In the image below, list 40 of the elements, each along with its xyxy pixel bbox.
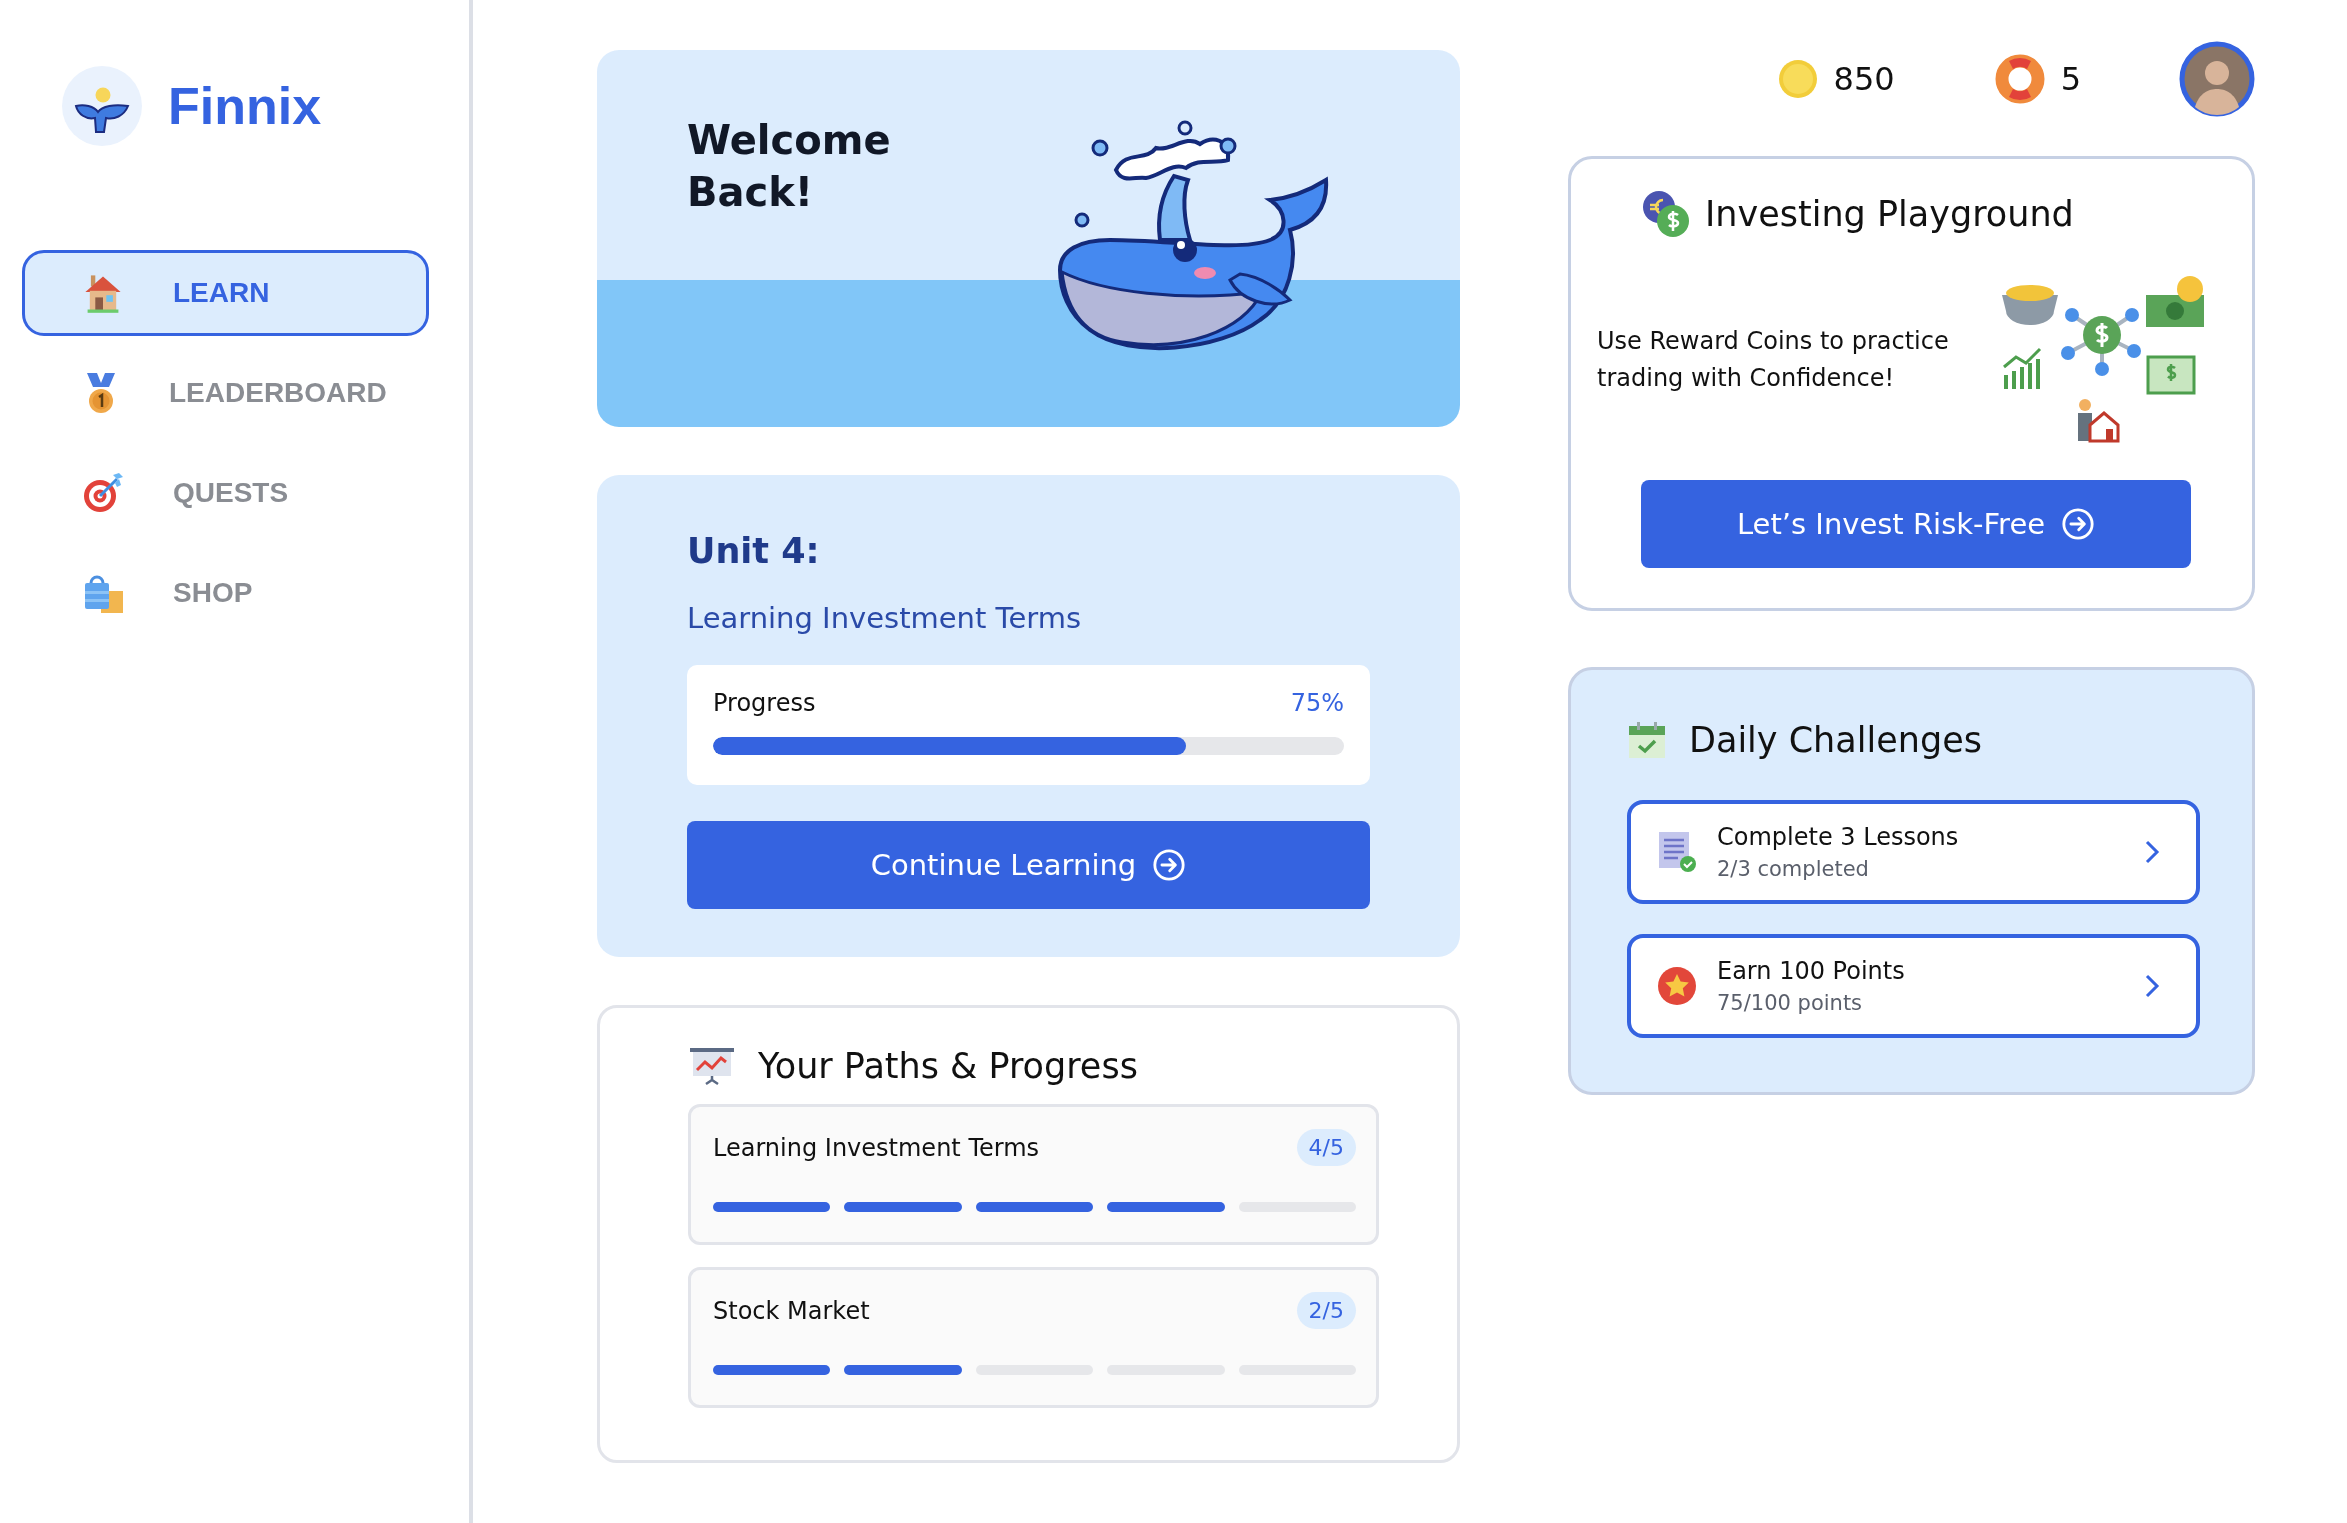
avatar-icon[interactable]: [2179, 41, 2255, 117]
path-name: Stock Market: [713, 1296, 870, 1325]
chevron-right-icon: [2144, 840, 2160, 864]
progress-label: Progress: [713, 689, 816, 717]
coin-count: 850: [1833, 60, 1895, 98]
nav-item[interactable]: QUESTS: [22, 450, 429, 536]
coin-icon: [1777, 59, 1818, 99]
unit-subtitle: Learning Investment Terms: [687, 601, 1082, 635]
challenge-item[interactable]: Complete 3 Lessons 2/3 completed: [1627, 800, 2200, 904]
brand-name: Finnix: [168, 76, 322, 136]
lifebuoy-icon: [1994, 54, 2045, 104]
path-count: 4/5: [1296, 1129, 1356, 1166]
unit-title: Unit 4:: [687, 531, 821, 571]
star-badge-icon: [1657, 966, 1697, 1006]
arrow-circle-icon: [1152, 848, 1187, 882]
paths-title: Your Paths & Progress: [758, 1046, 1138, 1086]
chevron-right-icon: [2144, 974, 2160, 998]
path-name: Learning Investment Terms: [713, 1133, 1040, 1162]
playground-description: Use Reward Coins to practice trading with Confidence!: [1597, 326, 1950, 395]
playground-title: Investing Playground: [1705, 194, 2074, 234]
calendar-check-icon: [1627, 720, 1667, 760]
chart-board-icon: [688, 1046, 736, 1086]
target-icon: [81, 471, 125, 515]
welcome-title: Welcome Back!: [687, 116, 892, 217]
invest-button[interactable]: Let’s Invest Risk-Free: [1641, 480, 2191, 568]
nav-item[interactable]: LEARN: [22, 250, 429, 336]
daily-challenges-title: Daily Challenges: [1689, 720, 1982, 760]
path-count: 2/5: [1296, 1292, 1356, 1329]
nav-item[interactable]: SHOP: [22, 550, 429, 636]
arrow-circle-icon: [2061, 507, 2096, 541]
progress-reading: 75%: [1290, 689, 1344, 717]
challenge-item[interactable]: Earn 100 Points 75/100 points: [1627, 934, 2200, 1038]
whale-tail-logo-icon: [62, 66, 142, 146]
nav-item[interactable]: LEADERBOARD: [22, 350, 429, 436]
lives-count: 5: [2060, 60, 2081, 98]
checklist-icon: [1657, 830, 1697, 874]
currency-coins-icon: [1641, 189, 1691, 239]
path-card[interactable]: Learning Investment Terms 4/5: [688, 1104, 1379, 1245]
continue-learning-button[interactable]: Continue Learning: [687, 821, 1370, 909]
path-card[interactable]: Stock Market 2/5: [688, 1267, 1379, 1408]
